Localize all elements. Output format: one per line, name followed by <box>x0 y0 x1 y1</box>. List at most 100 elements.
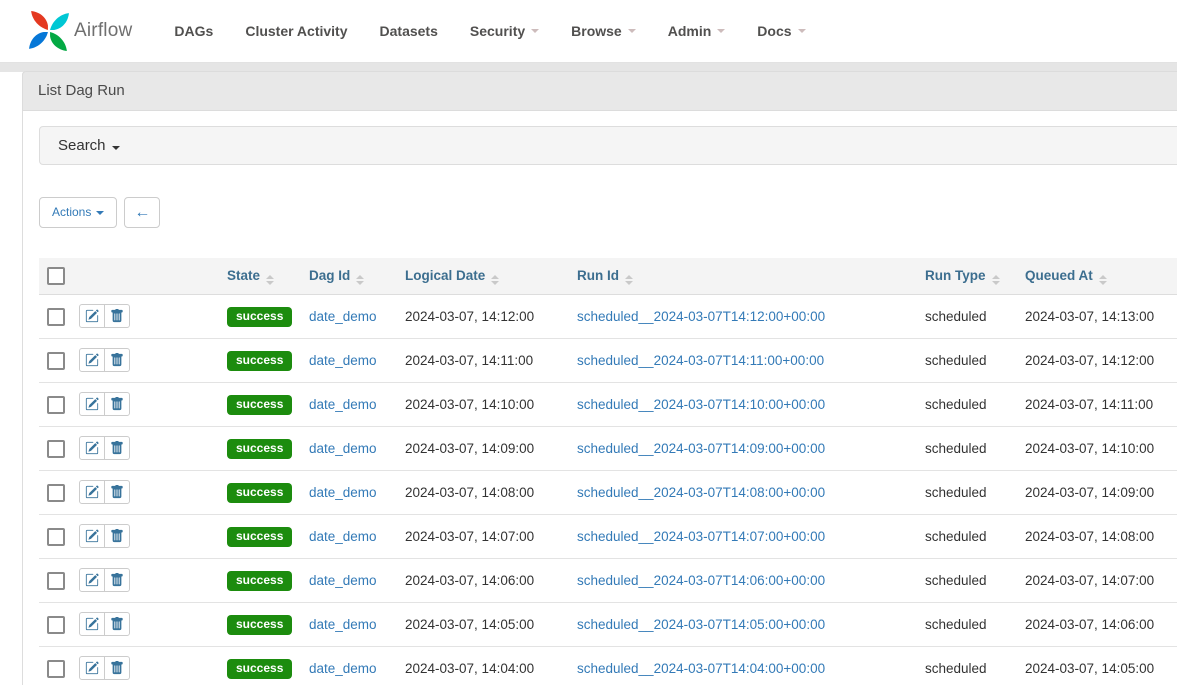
row-checkbox[interactable] <box>47 308 65 326</box>
nav-item-security[interactable]: Security <box>454 13 555 49</box>
run-id-link[interactable]: scheduled__2024-03-07T14:08:00+00:00 <box>577 485 825 500</box>
edit-icon <box>85 617 99 631</box>
caret-down-icon <box>717 29 725 33</box>
column-header-dag-id[interactable]: Dag Id <box>309 258 405 295</box>
actions-button[interactable]: Actions <box>39 197 117 228</box>
column-header-queued-at[interactable]: Queued At <box>1025 258 1177 295</box>
trash-icon <box>110 309 124 323</box>
edit-record-button[interactable] <box>79 436 105 460</box>
queued-at-cell: 2024-03-07, 14:06:00 <box>1025 617 1154 632</box>
row-checkbox[interactable] <box>47 660 65 678</box>
logical-date-cell: 2024-03-07, 14:08:00 <box>405 485 534 500</box>
row-checkbox[interactable] <box>47 396 65 414</box>
table-header-row: State Dag Id Logical Date Run Id Run Typ… <box>39 258 1177 295</box>
edit-record-button[interactable] <box>79 524 105 548</box>
column-header-run-type[interactable]: Run Type <box>925 258 1025 295</box>
nav-item-datasets[interactable]: Datasets <box>364 13 454 49</box>
state-badge: success <box>227 571 292 591</box>
trash-icon <box>110 397 124 411</box>
nav-item-cluster-activity[interactable]: Cluster Activity <box>229 13 363 49</box>
run-id-link[interactable]: scheduled__2024-03-07T14:07:00+00:00 <box>577 529 825 544</box>
back-button[interactable]: ← <box>124 197 160 228</box>
search-label: Search <box>58 137 106 154</box>
delete-record-button[interactable] <box>104 348 130 372</box>
edit-record-button[interactable] <box>79 656 105 680</box>
table-row: success date_demo 2024-03-07, 14:04:00 s… <box>39 647 1177 685</box>
column-header-logical-date[interactable]: Logical Date <box>405 258 577 295</box>
dag-id-link[interactable]: date_demo <box>309 661 377 676</box>
edit-record-button[interactable] <box>79 568 105 592</box>
delete-record-button[interactable] <box>104 436 130 460</box>
run-id-link[interactable]: scheduled__2024-03-07T14:06:00+00:00 <box>577 573 825 588</box>
trash-icon <box>110 529 124 543</box>
nav-item-label: Datasets <box>380 23 438 39</box>
run-id-link[interactable]: scheduled__2024-03-07T14:12:00+00:00 <box>577 309 825 324</box>
edit-icon <box>85 573 99 587</box>
dag-id-link[interactable]: date_demo <box>309 397 377 412</box>
dag-id-link[interactable]: date_demo <box>309 617 377 632</box>
row-checkbox[interactable] <box>47 528 65 546</box>
queued-at-cell: 2024-03-07, 14:09:00 <box>1025 485 1154 500</box>
run-id-link[interactable]: scheduled__2024-03-07T14:05:00+00:00 <box>577 617 825 632</box>
state-badge: success <box>227 527 292 547</box>
sort-icon <box>625 275 633 285</box>
edit-record-button[interactable] <box>79 304 105 328</box>
run-type-cell: scheduled <box>925 309 987 324</box>
dag-id-link[interactable]: date_demo <box>309 573 377 588</box>
row-checkbox[interactable] <box>47 572 65 590</box>
row-checkbox[interactable] <box>47 616 65 634</box>
row-checkbox[interactable] <box>47 352 65 370</box>
row-checkbox[interactable] <box>47 484 65 502</box>
edit-icon <box>85 485 99 499</box>
delete-record-button[interactable] <box>104 612 130 636</box>
record-actions <box>79 524 130 548</box>
record-actions <box>79 392 130 416</box>
edit-record-button[interactable] <box>79 612 105 636</box>
row-checkbox[interactable] <box>47 440 65 458</box>
delete-record-button[interactable] <box>104 568 130 592</box>
airflow-brand[interactable]: Airflow <box>28 10 132 52</box>
table-row: success date_demo 2024-03-07, 14:12:00 s… <box>39 295 1177 339</box>
dag-id-link[interactable]: date_demo <box>309 485 377 500</box>
delete-record-button[interactable] <box>104 656 130 680</box>
select-all-header <box>39 258 79 295</box>
search-dropdown[interactable]: Search <box>39 126 1177 165</box>
actions-button-label: Actions <box>52 206 91 219</box>
column-header-run-id[interactable]: Run Id <box>577 258 925 295</box>
trash-icon <box>110 661 124 675</box>
dag-id-link[interactable]: date_demo <box>309 353 377 368</box>
state-badge: success <box>227 351 292 371</box>
caret-down-icon <box>112 146 120 150</box>
run-type-cell: scheduled <box>925 661 987 676</box>
delete-record-button[interactable] <box>104 304 130 328</box>
dag-id-link[interactable]: date_demo <box>309 309 377 324</box>
page-title-bar: List Dag Run <box>22 71 1177 111</box>
run-type-cell: scheduled <box>925 617 987 632</box>
delete-record-button[interactable] <box>104 524 130 548</box>
edit-record-button[interactable] <box>79 392 105 416</box>
dag-id-link[interactable]: date_demo <box>309 441 377 456</box>
trash-icon <box>110 617 124 631</box>
dag-id-link[interactable]: date_demo <box>309 529 377 544</box>
nav-item-admin[interactable]: Admin <box>652 13 742 49</box>
record-actions <box>79 656 130 680</box>
edit-icon <box>85 309 99 323</box>
nav-item-browse[interactable]: Browse <box>555 13 652 49</box>
nav-item-dags[interactable]: DAGs <box>158 13 229 49</box>
edit-record-button[interactable] <box>79 348 105 372</box>
edit-icon <box>85 353 99 367</box>
run-id-link[interactable]: scheduled__2024-03-07T14:09:00+00:00 <box>577 441 825 456</box>
state-badge: success <box>227 659 292 679</box>
edit-record-button[interactable] <box>79 480 105 504</box>
select-all-checkbox[interactable] <box>47 267 65 285</box>
run-id-link[interactable]: scheduled__2024-03-07T14:11:00+00:00 <box>577 353 824 368</box>
edit-icon <box>85 397 99 411</box>
column-header-state[interactable]: State <box>227 258 309 295</box>
nav-item-docs[interactable]: Docs <box>741 13 821 49</box>
delete-record-button[interactable] <box>104 392 130 416</box>
delete-record-button[interactable] <box>104 480 130 504</box>
record-actions <box>79 612 130 636</box>
run-id-link[interactable]: scheduled__2024-03-07T14:04:00+00:00 <box>577 661 825 676</box>
run-id-link[interactable]: scheduled__2024-03-07T14:10:00+00:00 <box>577 397 825 412</box>
logical-date-cell: 2024-03-07, 14:10:00 <box>405 397 534 412</box>
